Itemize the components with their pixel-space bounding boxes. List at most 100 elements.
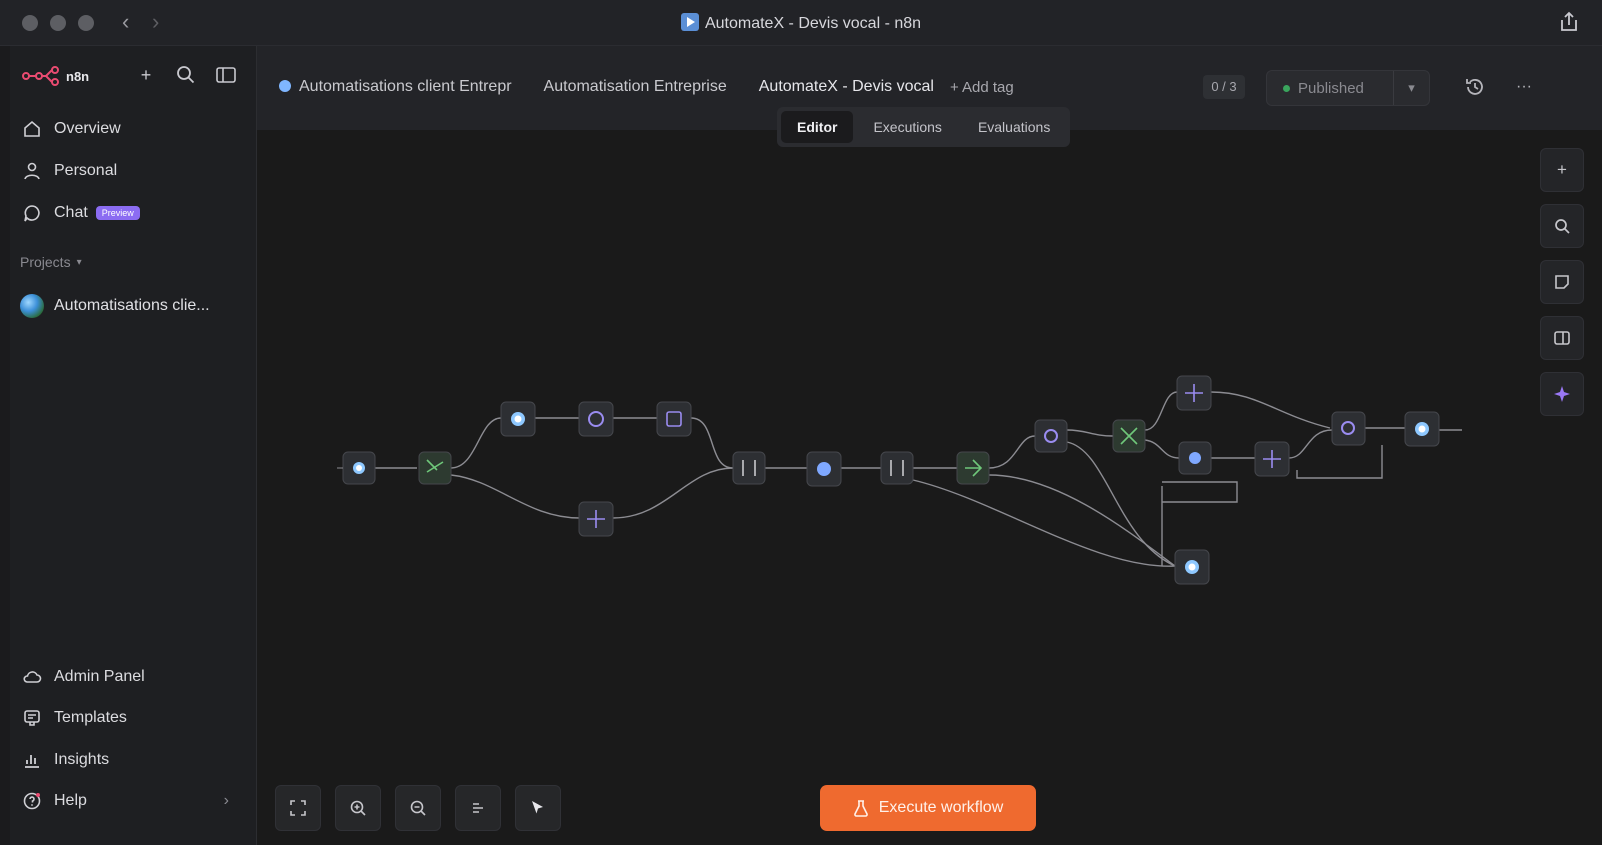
breadcrumb-project[interactable]: Automatisations client Entrepr <box>279 78 512 96</box>
nav-personal[interactable]: Personal <box>22 156 247 186</box>
fit-view-button[interactable] <box>275 785 321 831</box>
panel-toggle-button[interactable] <box>1540 316 1584 360</box>
view-tabs: Editor Executions Evaluations <box>777 107 1071 147</box>
share-icon[interactable] <box>1558 11 1580 33</box>
workflow-node[interactable] <box>806 451 842 487</box>
n8n-logo-icon <box>22 66 59 86</box>
canvas-bottom-toolbar <box>275 785 561 831</box>
cursor-icon <box>532 801 543 814</box>
tab-editor[interactable]: Editor <box>781 111 854 143</box>
brand[interactable]: n8n <box>22 64 89 88</box>
pointer-mode-button[interactable] <box>515 785 561 831</box>
workflow-node[interactable] <box>1404 411 1440 447</box>
flask-icon <box>853 800 868 817</box>
execute-workflow-label: Execute workflow <box>878 799 1004 816</box>
zoom-out-button[interactable] <box>395 785 441 831</box>
window-titlebar: ‹ › AutomateX - Devis vocal - n8n <box>0 0 1602 46</box>
templates-icon <box>24 710 40 726</box>
nav-admin-panel[interactable]: Admin Panel <box>22 662 247 692</box>
nav-insights[interactable]: Insights <box>22 745 247 775</box>
search-nodes-button[interactable] <box>1540 204 1584 248</box>
projects-section-toggle[interactable]: Projects ▾ <box>20 254 82 270</box>
app-icon <box>680 13 699 31</box>
preview-badge: Preview <box>95 206 140 220</box>
nav-insights-label: Insights <box>54 751 110 768</box>
workflow-node[interactable] <box>1178 441 1212 475</box>
history-icon[interactable] <box>1464 76 1486 98</box>
workflow-node[interactable] <box>500 401 536 437</box>
window-title: AutomateX - Devis vocal - n8n <box>0 13 1602 33</box>
more-options-icon[interactable]: ··· <box>1513 76 1535 98</box>
workflow-node[interactable] <box>578 401 614 437</box>
nav-overview[interactable]: Overview <box>22 114 247 144</box>
breadcrumb-folder[interactable]: Automatisation Entreprise <box>544 78 727 96</box>
chevron-down-icon: ▾ <box>1408 80 1415 95</box>
panel-icon <box>1554 331 1570 345</box>
chevron-down-icon: ▾ <box>76 256 82 268</box>
version-counter: 0 / 3 <box>1203 75 1245 99</box>
chat-icon <box>24 205 40 222</box>
workflow-header: Automatisations client Entrepr Automatis… <box>257 46 1602 147</box>
nav-chat[interactable]: Chat Preview <box>22 198 247 228</box>
nav-help[interactable]: Help › <box>22 786 247 816</box>
workflow-node[interactable] <box>1254 441 1290 477</box>
workflow-node[interactable] <box>1331 411 1366 446</box>
zoom-out-icon <box>410 800 426 816</box>
tidy-up-button[interactable] <box>455 785 501 831</box>
workflow-node[interactable] <box>418 451 452 485</box>
workflow-node[interactable] <box>880 451 914 485</box>
fit-view-icon <box>290 800 306 816</box>
published-button[interactable]: Published <box>1267 80 1393 97</box>
workflow-node[interactable] <box>1174 549 1210 585</box>
cloud-icon <box>23 671 42 683</box>
home-icon <box>24 120 40 137</box>
sticky-note-icon <box>1555 275 1569 289</box>
zoom-in-button[interactable] <box>335 785 381 831</box>
workflow-node[interactable] <box>1034 419 1068 453</box>
tab-evaluations[interactable]: Evaluations <box>962 111 1066 143</box>
nav-overview-label: Overview <box>54 120 121 137</box>
add-icon[interactable]: + <box>135 64 157 86</box>
workflow-name[interactable]: AutomateX - Devis vocal <box>759 78 934 96</box>
connections <box>375 391 1462 567</box>
globe-icon <box>20 294 44 318</box>
collapse-sidebar-icon[interactable] <box>215 64 237 86</box>
canvas-right-toolbar: + <box>1540 148 1584 416</box>
workflow-canvas[interactable]: + Execute workflow <box>257 130 1602 845</box>
execute-workflow-button[interactable]: Execute workflow <box>820 785 1036 831</box>
workflow-node[interactable] <box>337 451 376 485</box>
brand-name: n8n <box>66 68 90 84</box>
publish-control[interactable]: Published ▾ <box>1266 70 1430 106</box>
sidebar: n8n + Overview Personal Chat Preview Pro… <box>10 46 257 845</box>
project-item[interactable]: Automatisations clie... <box>20 294 210 318</box>
workflow-node[interactable] <box>956 451 990 485</box>
nav-admin-panel-label: Admin Panel <box>54 668 145 685</box>
workflow-node[interactable] <box>578 501 614 537</box>
sticky-note-button[interactable] <box>1540 260 1584 304</box>
nav-templates-label: Templates <box>54 709 127 726</box>
nav-personal-label: Personal <box>54 162 118 179</box>
insights-icon <box>25 755 39 768</box>
sparkle-icon <box>1554 386 1570 402</box>
workflow-node[interactable] <box>732 451 766 485</box>
zoom-in-icon <box>350 800 366 816</box>
breadcrumb-project-label: Automatisations client Entrepr <box>299 78 512 95</box>
add-tag-button[interactable]: + Add tag <box>950 79 1014 96</box>
tab-executions[interactable]: Executions <box>857 111 957 143</box>
ai-assistant-button[interactable] <box>1540 372 1584 416</box>
publish-dropdown-button[interactable]: ▾ <box>1393 71 1429 105</box>
project-dot-icon <box>279 80 291 92</box>
add-node-button[interactable]: + <box>1540 148 1584 192</box>
nav-chat-label: Chat <box>54 204 88 221</box>
projects-label: Projects <box>20 254 71 270</box>
search-icon[interactable] <box>175 64 197 86</box>
user-icon <box>24 162 40 180</box>
help-icon <box>23 792 41 810</box>
workflow-node[interactable] <box>1112 419 1146 453</box>
nav-templates[interactable]: Templates <box>22 703 247 733</box>
search-icon <box>1555 219 1570 234</box>
workflow-node[interactable] <box>1176 375 1212 411</box>
workflow-node[interactable] <box>656 401 692 437</box>
window-title-text: AutomateX - Devis vocal - n8n <box>704 15 922 32</box>
published-label: Published <box>1298 79 1364 97</box>
